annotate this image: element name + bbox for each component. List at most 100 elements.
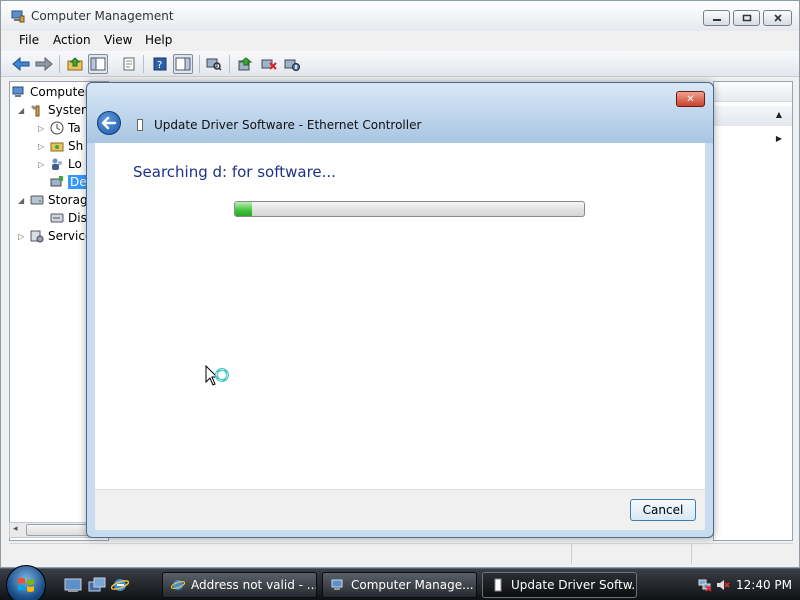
tree-item-storage[interactable]: ◢ Storag [18, 192, 88, 208]
status-bar [9, 543, 793, 564]
dialog-footer: Cancel [95, 489, 705, 530]
main-window-title: Computer Management [31, 9, 174, 23]
forward-arrow-icon [35, 57, 53, 71]
taskbar-clock[interactable]: 12:40 PM [736, 578, 792, 592]
dialog-close-button[interactable]: ✕ [676, 91, 705, 107]
tree-item-disk-management[interactable]: Dis [50, 210, 87, 226]
back-arrow-icon [101, 116, 117, 130]
tree-item-label: Sh [68, 139, 84, 153]
toolbar-separator [143, 55, 144, 73]
collapse-up-arrow-icon[interactable]: ▲ [776, 110, 782, 119]
actions-pane: ▲ ▶ [713, 81, 793, 541]
network-disconnected-icon[interactable] [698, 578, 712, 592]
close-icon: ✕ [686, 93, 695, 105]
internet-explorer-icon[interactable] [111, 577, 129, 593]
computer-management-icon [11, 10, 25, 23]
console-tree-icon [90, 57, 106, 71]
device-manager-icon [50, 176, 63, 187]
volume-muted-icon[interactable] [716, 578, 730, 592]
busy-cursor-icon [205, 365, 229, 386]
back-button[interactable] [97, 111, 121, 135]
tree-item-label: Dis [68, 211, 87, 225]
tree-item-system[interactable]: ◢ System [18, 102, 93, 118]
help-button[interactable]: ? [150, 54, 170, 74]
tree-item-label: Ta [68, 121, 81, 135]
status-bar-cell [571, 544, 691, 564]
properties-icon [123, 57, 135, 71]
menu-help[interactable]: Help [145, 33, 172, 47]
taskbar-button-computer-management[interactable]: Computer Manage... [322, 572, 477, 598]
taskbar-button-update-driver[interactable]: Update Driver Softw... [482, 572, 637, 598]
expand-triangle-icon[interactable]: ▷ [38, 160, 46, 169]
close-button[interactable] [763, 10, 792, 26]
tree-item-label: Lo [68, 157, 82, 171]
minimize-icon [712, 19, 721, 21]
scroll-left-arrow-icon[interactable]: ◂ [13, 524, 18, 534]
clock-icon [50, 121, 64, 135]
ie-icon [171, 580, 185, 590]
update-driver-button[interactable] [235, 54, 255, 74]
tree-item-shared-folders[interactable]: ▷ Sh [38, 138, 83, 154]
forward-toolbar-button[interactable] [34, 54, 54, 74]
action-pane-icon [175, 57, 191, 71]
uninstall-device-button[interactable] [259, 54, 279, 74]
scan-hardware-changes-button[interactable] [204, 54, 224, 74]
expand-triangle-icon[interactable]: ▷ [18, 232, 26, 241]
menu-file[interactable]: File [19, 33, 39, 47]
back-toolbar-button[interactable] [11, 54, 31, 74]
expand-triangle-icon[interactable]: ▷ [38, 124, 46, 133]
tree-item-label: Storag [48, 193, 88, 207]
svg-text:?: ? [157, 60, 162, 71]
disable-device-button[interactable] [282, 54, 302, 74]
show-desktop-icon[interactable] [64, 577, 82, 593]
device-icon [494, 578, 502, 592]
taskbar-button-ie[interactable]: Address not valid - ... [162, 572, 317, 598]
tree-item-label: Computer [30, 85, 90, 99]
update-driver-dialog: ✕ Update Driver Software - Ethernet Cont… [86, 82, 714, 538]
switch-windows-icon[interactable] [88, 577, 106, 593]
actions-pane-header [714, 82, 792, 102]
minimize-button[interactable] [703, 10, 730, 26]
tree-item-task-scheduler[interactable]: ▷ Ta [38, 120, 81, 136]
menu-view[interactable]: View [104, 33, 132, 47]
system-tools-icon [31, 105, 40, 117]
start-button[interactable] [6, 565, 46, 600]
show-hide-console-tree-button[interactable] [88, 54, 108, 74]
cancel-button[interactable]: Cancel [630, 499, 696, 521]
computer-management-icon [12, 86, 24, 97]
tree-item-computer[interactable]: Computer [12, 84, 90, 100]
taskbar-button-label: Address not valid - ... [191, 578, 317, 592]
menu-action[interactable]: Action [53, 33, 91, 47]
menu-bar: File Action View Help [1, 31, 799, 50]
tree-item-services[interactable]: ▷ Service [18, 228, 92, 244]
toolbar-separator [229, 55, 230, 73]
properties-button[interactable] [119, 54, 139, 74]
device-icon [137, 119, 143, 131]
windows-logo-icon [18, 578, 34, 592]
taskbar-button-label: Computer Manage... [351, 578, 474, 592]
maximize-button[interactable] [733, 10, 760, 26]
main-titlebar[interactable]: Computer Management [1, 1, 799, 31]
show-hide-action-pane-button[interactable] [173, 54, 193, 74]
expand-triangle-icon[interactable]: ▷ [38, 142, 46, 151]
tree-item-local-users[interactable]: ▷ Lo [38, 156, 82, 172]
collapse-triangle-icon[interactable]: ◢ [18, 196, 26, 205]
dialog-content: Searching d: for software... [95, 143, 705, 489]
dialog-titlebar[interactable] [87, 83, 713, 143]
uninstall-icon [261, 59, 277, 70]
maximize-icon [742, 14, 751, 22]
toolbar-separator [199, 55, 200, 73]
up-folder-button[interactable] [65, 54, 85, 74]
searching-heading: Searching d: for software... [133, 163, 336, 181]
more-actions-arrow-icon[interactable]: ▶ [776, 134, 782, 143]
users-icon [52, 158, 62, 170]
actions-pane-section[interactable]: ▲ [714, 106, 792, 126]
services-icon [30, 230, 44, 243]
computer-management-icon [331, 579, 343, 590]
search-progress-bar [234, 201, 585, 217]
dialog-title: Update Driver Software - Ethernet Contro… [154, 118, 422, 132]
collapse-triangle-icon[interactable]: ◢ [18, 106, 26, 115]
tree-item-device-manager[interactable]: De [50, 174, 89, 190]
up-folder-icon [67, 57, 83, 71]
toolbar: ? [1, 51, 799, 77]
